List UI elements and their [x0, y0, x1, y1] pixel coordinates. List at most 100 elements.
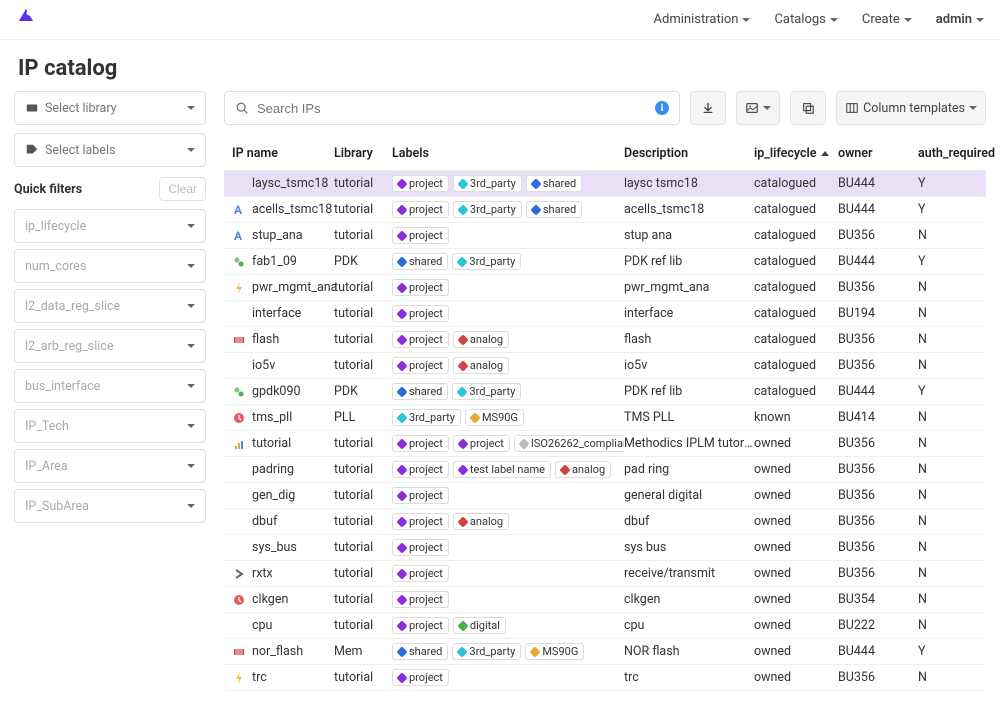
ip-auth: N: [918, 462, 978, 477]
table-row[interactable]: laysc_tsmc18tutorialproject3rd_partyshar…: [224, 171, 986, 197]
table-row[interactable]: flashtutorialprojectanalogflashcatalogue…: [224, 327, 986, 353]
table-row[interactable]: rxtxtutorialprojectreceive/transmitowned…: [224, 561, 986, 587]
info-icon[interactable]: i: [655, 101, 669, 115]
ip-name: tms_pll: [252, 410, 292, 425]
ip-lifecycle: catalogued: [754, 176, 838, 191]
table-row[interactable]: dbuftutorialprojectanalogdbufownedBU356N: [224, 509, 986, 535]
ip-lifecycle: catalogued: [754, 254, 838, 269]
ip-auth: N: [918, 618, 978, 633]
ip-library: Mem: [334, 644, 392, 659]
table-row[interactable]: sys_bustutorialprojectsys busownedBU356N: [224, 535, 986, 561]
ip-auth: N: [918, 358, 978, 373]
chevron-down-icon: [187, 304, 195, 308]
table-row[interactable]: tms_pllPLL3rd_partyMS90GTMS PLLknownBU41…: [224, 405, 986, 431]
nav-create[interactable]: Create: [862, 12, 912, 27]
user-menu[interactable]: admin: [936, 12, 984, 27]
header-owner[interactable]: owner: [838, 146, 918, 161]
quick-filter-bus_interface[interactable]: bus_interface: [14, 369, 206, 403]
clear-filters-button[interactable]: Clear: [159, 177, 206, 201]
chevron-down-icon: [969, 106, 977, 110]
quick-filter-IP_Area[interactable]: IP_Area: [14, 449, 206, 483]
table-row[interactable]: tutorialtutorialprojectprojectISO26262_c…: [224, 431, 986, 457]
ip-library: tutorial: [334, 280, 392, 295]
ip-description: PDK ref lib: [624, 384, 754, 399]
ip-labels: shared3rd_party: [392, 383, 624, 400]
ip-type-icon: [232, 541, 246, 555]
topbar: Administration Catalogs Create admin: [0, 0, 1000, 40]
ip-name: tutorial: [252, 436, 291, 451]
table-header: IP name Library Labels Description ip_li…: [224, 137, 986, 171]
table-row[interactable]: padringtutorialprojecttest label nameana…: [224, 457, 986, 483]
table-row[interactable]: Astup_anatutorialprojectstup anacatalogu…: [224, 223, 986, 249]
label-chip: 3rd_party: [392, 409, 461, 426]
table-row[interactable]: trctutorialprojecttrcownedBU356N: [224, 665, 986, 691]
label-chip: project: [392, 175, 449, 192]
nav-administration[interactable]: Administration: [654, 12, 751, 27]
view-settings-button[interactable]: [736, 91, 780, 125]
save-layout-button[interactable]: [790, 91, 826, 125]
ip-labels: projectanalog: [392, 513, 624, 530]
ip-lifecycle: catalogued: [754, 332, 838, 347]
ip-auth: Y: [918, 254, 978, 269]
ip-auth: N: [918, 332, 978, 347]
header-lifecycle[interactable]: ip_lifecycle: [754, 146, 838, 161]
ip-type-icon: [232, 645, 246, 659]
ip-labels: project: [392, 227, 624, 244]
ip-library: tutorial: [334, 462, 392, 477]
quick-filter-l2_arb_reg_slice[interactable]: l2_arb_reg_slice: [14, 329, 206, 363]
ip-name: pwr_mgmt_ana: [252, 280, 337, 295]
select-library[interactable]: Select library: [14, 91, 206, 125]
label-chip: project: [392, 539, 449, 556]
ip-name: gpdk090: [252, 384, 301, 399]
ip-description: interface: [624, 306, 754, 321]
ip-owner: BU444: [838, 176, 918, 191]
header-auth[interactable]: auth_required: [918, 146, 978, 161]
ip-name: padring: [252, 462, 294, 477]
header-name[interactable]: IP name: [232, 146, 334, 161]
table-row[interactable]: Aacells_tsmc18tutorialproject3rd_partysh…: [224, 197, 986, 223]
table-row[interactable]: cpututorialprojectdigitalcpuownedBU222N: [224, 613, 986, 639]
search-box: i: [224, 91, 680, 125]
download-button[interactable]: [690, 91, 726, 125]
table-row[interactable]: fab1_09PDKshared3rd_partyPDK ref libcata…: [224, 249, 986, 275]
ip-name: io5v: [252, 358, 275, 373]
table-row[interactable]: io5vtutorialprojectanalogio5vcataloguedB…: [224, 353, 986, 379]
ip-owner: BU356: [838, 488, 918, 503]
ip-lifecycle: catalogued: [754, 358, 838, 373]
quick-filter-l2_data_reg_slice[interactable]: l2_data_reg_slice: [14, 289, 206, 323]
ip-library: tutorial: [334, 618, 392, 633]
header-labels[interactable]: Labels: [392, 146, 624, 161]
header-library[interactable]: Library: [334, 146, 392, 161]
ip-type-icon: [232, 359, 246, 373]
select-labels[interactable]: Select labels: [14, 133, 206, 167]
quick-filter-IP_SubArea[interactable]: IP_SubArea: [14, 489, 206, 523]
ip-description: PDK ref lib: [624, 254, 754, 269]
ip-library: tutorial: [334, 592, 392, 607]
table-row[interactable]: interfacetutorialprojectinterfacecatalog…: [224, 301, 986, 327]
table-row[interactable]: gen_digtutorialprojectgeneral digitalown…: [224, 483, 986, 509]
header-description[interactable]: Description: [624, 146, 754, 161]
quick-filter-ip_lifecycle[interactable]: ip_lifecycle: [14, 209, 206, 243]
column-templates-button[interactable]: Column templates: [836, 91, 986, 125]
ip-lifecycle: known: [754, 410, 838, 425]
nav-catalogs[interactable]: Catalogs: [774, 12, 837, 27]
quick-filter-num_cores[interactable]: num_cores: [14, 249, 206, 283]
table-row[interactable]: nor_flashMemshared3rd_partyMS90GNOR flas…: [224, 639, 986, 665]
table-row[interactable]: pwr_mgmt_anatutorialprojectpwr_mgmt_anac…: [224, 275, 986, 301]
ip-library: tutorial: [334, 670, 392, 685]
ip-lifecycle: owned: [754, 488, 838, 503]
table-row[interactable]: gpdk090PDKshared3rd_partyPDK ref libcata…: [224, 379, 986, 405]
chevron-down-icon: [976, 18, 984, 22]
chevron-down-icon: [187, 264, 195, 268]
ip-type-icon: [232, 307, 246, 321]
quick-filter-IP_Tech[interactable]: IP_Tech: [14, 409, 206, 443]
label-chip: analog: [453, 357, 509, 374]
ip-library: PDK: [334, 384, 392, 399]
label-chip: project: [392, 331, 449, 348]
table-row[interactable]: clkgentutorialprojectclkgenownedBU354N: [224, 587, 986, 613]
ip-owner: BU356: [838, 540, 918, 555]
ip-description: general digital: [624, 488, 754, 503]
search-input[interactable]: [257, 101, 647, 116]
ip-type-icon: [232, 255, 246, 269]
ip-labels: project: [392, 565, 624, 582]
